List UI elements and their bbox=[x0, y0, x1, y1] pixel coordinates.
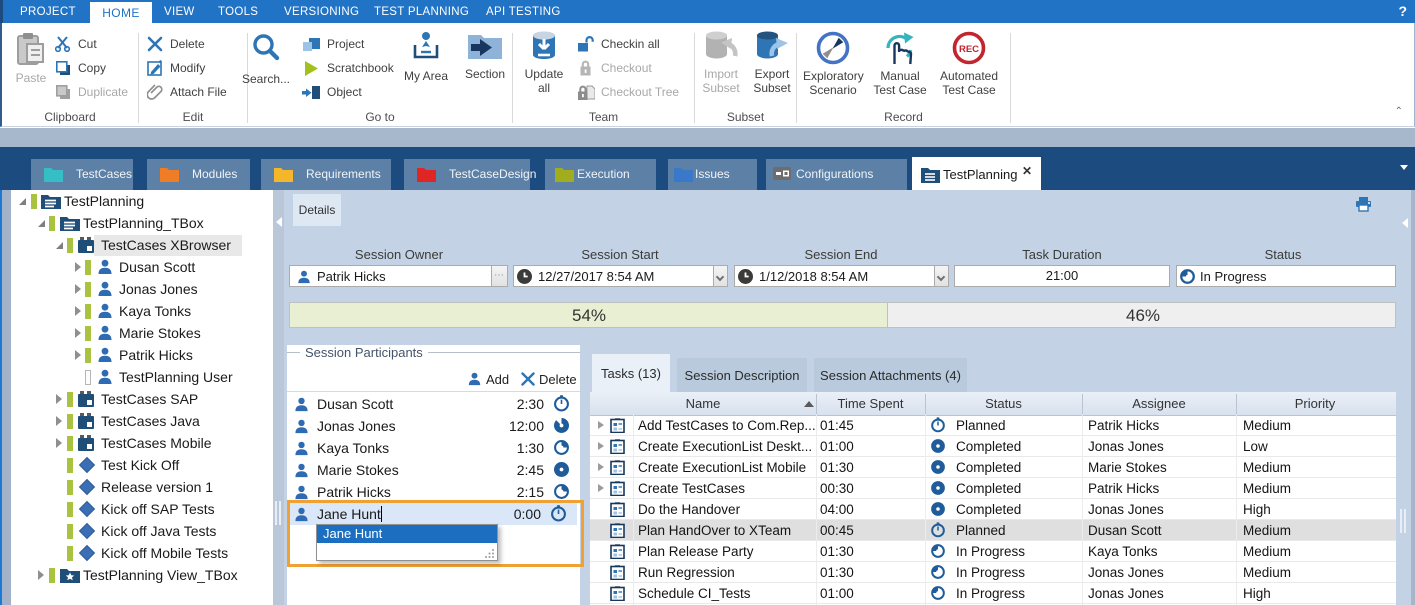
svg-text:REC: REC bbox=[959, 44, 979, 55]
